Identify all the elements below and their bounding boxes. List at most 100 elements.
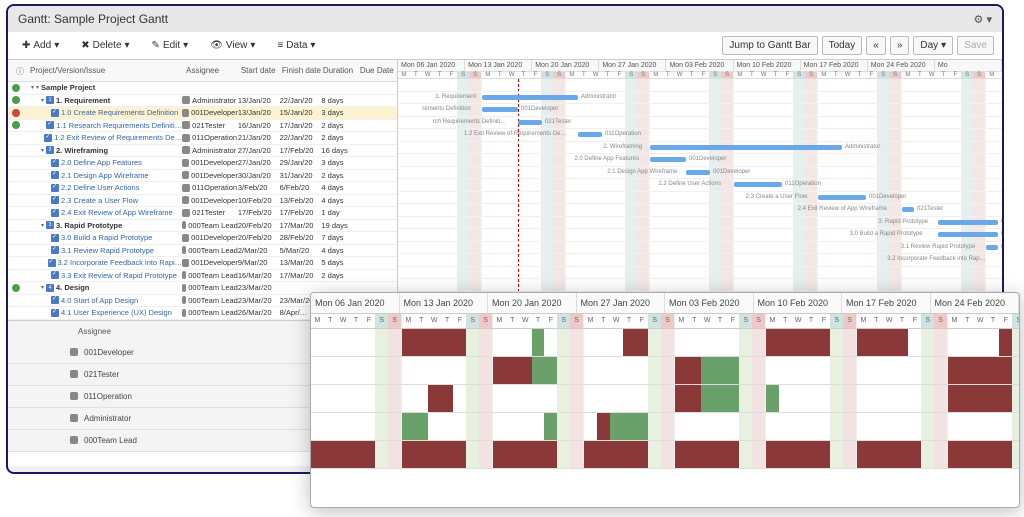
gantt-row[interactable] xyxy=(398,267,1002,280)
resource-cell xyxy=(597,413,610,440)
next-button[interactable]: » xyxy=(890,36,910,55)
task-row[interactable]: 2.4 Exit Review of App Wireframe021Teste… xyxy=(8,207,397,220)
info-icon[interactable]: ⓘ xyxy=(16,66,26,77)
task-row[interactable]: 1.0 Create Requirements Definition001Dev… xyxy=(8,107,397,120)
task-name[interactable]: 3.2 Incorporate Feedback into Rapi… xyxy=(58,258,183,267)
expand-icon[interactable]: ▾ xyxy=(41,97,44,104)
gantt-row[interactable]: 2.2 Define User Actions011Operation xyxy=(398,179,1002,192)
gantt-row[interactable]: rch Requirements Definiti…021Tester xyxy=(398,117,1002,130)
day-label: W xyxy=(590,72,602,78)
gantt-row[interactable]: 3.1 Review Rapid Prototype000Team Lead xyxy=(398,242,1002,255)
expand-icon[interactable]: ▾ xyxy=(31,84,34,91)
data-button[interactable]: ≡ Data ▾ xyxy=(271,37,321,54)
gantt-bar[interactable] xyxy=(650,145,842,150)
task-name[interactable]: 1. Requirement xyxy=(56,96,110,105)
task-row[interactable]: 2.3 Create a User Flow001Developer10/Feb… xyxy=(8,195,397,208)
task-name[interactable]: 1.2 Exit Review of Requirements De… xyxy=(54,133,182,142)
task-row[interactable]: 3.2 Incorporate Feedback into Rapi…001De… xyxy=(8,257,397,270)
gantt-bar[interactable] xyxy=(818,195,866,200)
col-start[interactable]: Start date xyxy=(241,66,282,75)
gantt-bar[interactable] xyxy=(650,157,686,162)
gantt-row[interactable]: 1. RequirementAdministrator xyxy=(398,92,1002,105)
task-row[interactable]: 1.1 Research Requirements Definiti…021Te… xyxy=(8,120,397,133)
task-row[interactable]: 3.0 Build a Rapid Prototype001Developer2… xyxy=(8,232,397,245)
expand-icon[interactable]: ▾ xyxy=(41,222,44,229)
task-name[interactable]: 3. Rapid Prototype xyxy=(56,221,122,230)
task-row[interactable]: 2.2 Define User Actions011Operation3/Feb… xyxy=(8,182,397,195)
gantt-row[interactable]: 2.1 Design App Wireframe001Developer xyxy=(398,167,1002,180)
task-name[interactable]: 2.1 Design App Wireframe xyxy=(61,171,149,180)
prev-button[interactable]: « xyxy=(866,36,886,55)
col-finish[interactable]: Finish date xyxy=(282,66,323,75)
gantt-body[interactable]: 1. RequirementAdministratorrements Defin… xyxy=(398,79,1002,317)
gantt-row[interactable]: 3.0 Build a Rapid Prototype001Developer xyxy=(398,229,1002,242)
task-name[interactable]: Sample Project xyxy=(41,83,95,92)
save-button[interactable]: Save xyxy=(957,36,994,55)
gantt-bar[interactable] xyxy=(938,232,998,237)
view-button[interactable]: 👁 View ▾ xyxy=(204,37,261,54)
task-name[interactable]: 4.0 Start of App Design xyxy=(61,296,138,305)
gantt-bar[interactable] xyxy=(902,207,914,212)
gantt-row[interactable]: 2.0 Define App Features001Developer xyxy=(398,154,1002,167)
gantt-bar[interactable] xyxy=(686,170,710,175)
task-row[interactable]: ▾22. WireframingAdministrator27/Jan/2017… xyxy=(8,145,397,158)
task-name[interactable]: 3.1 Review Rapid Prototype xyxy=(61,246,154,255)
task-name[interactable]: 2.2 Define User Actions xyxy=(61,183,139,192)
gantt-bar[interactable] xyxy=(518,120,542,125)
gantt-row[interactable]: 2. WireframingAdministrator xyxy=(398,142,1002,155)
overlay-week-label: Mon 24 Feb 2020 xyxy=(931,293,1020,313)
task-name[interactable]: 3.3 Exit Review of Rapid Prototype xyxy=(61,271,177,280)
duration: 3 days xyxy=(321,108,359,117)
today-button[interactable]: Today xyxy=(822,36,863,55)
gantt-bar[interactable] xyxy=(482,95,578,100)
task-name[interactable]: 2.3 Create a User Flow xyxy=(61,196,138,205)
col-assignee[interactable]: Assignee xyxy=(186,66,241,75)
gantt-row[interactable] xyxy=(398,279,1002,292)
task-name[interactable]: 2. Wireframing xyxy=(56,146,108,155)
task-row[interactable]: 2.0 Define App Features001Developer27/Ja… xyxy=(8,157,397,170)
task-name[interactable]: 4.1 User Experience (UX) Design xyxy=(61,308,172,317)
task-name[interactable]: 4. Design xyxy=(56,283,89,292)
overlay-day-label: T xyxy=(714,314,727,328)
gantt-bar[interactable] xyxy=(734,182,782,187)
task-name[interactable]: 2.4 Exit Review of App Wireframe xyxy=(61,208,173,217)
col-duration[interactable]: Duration xyxy=(323,66,360,75)
gantt-row[interactable]: rements Definition001Developer xyxy=(398,104,1002,117)
edit-button[interactable]: ✎ Edit ▾ xyxy=(146,37,195,54)
expand-icon[interactable]: ▾ xyxy=(41,284,44,291)
resource-cell xyxy=(805,441,818,468)
task-name[interactable]: 1.1 Research Requirements Definiti… xyxy=(56,121,182,130)
resource-overlay-panel[interactable]: Mon 06 Jan 2020Mon 13 Jan 2020Mon 20 Jan… xyxy=(310,292,1020,508)
gantt-row[interactable]: 1.2 Exit Review of Requirements De…011Op… xyxy=(398,129,1002,142)
add-button[interactable]: ✚ Add ▾ xyxy=(16,37,65,54)
task-row[interactable]: ▾▾Sample Project xyxy=(8,82,397,95)
gantt-bar[interactable] xyxy=(986,245,998,250)
col-name[interactable]: Project/Version/Issue xyxy=(30,66,186,75)
gantt-row[interactable] xyxy=(398,79,1002,92)
task-row[interactable]: ▾33. Rapid Prototype000Team Lead20/Feb/2… xyxy=(8,220,397,233)
task-row[interactable]: 3.1 Review Rapid Prototype000Team Lead2/… xyxy=(8,245,397,258)
gear-icon[interactable]: ⚙ ▾ xyxy=(974,13,992,26)
gantt-row[interactable]: 3.2 Incorporate Feedback into Rap… xyxy=(398,254,1002,267)
jump-button[interactable]: Jump to Gantt Bar xyxy=(722,36,817,55)
task-name[interactable]: 2.0 Define App Features xyxy=(61,158,142,167)
task-name[interactable]: 3.0 Build a Rapid Prototype xyxy=(61,233,152,242)
scale-button[interactable]: Day ▾ xyxy=(913,36,953,55)
gantt-bar[interactable] xyxy=(578,132,602,137)
gantt-bar[interactable] xyxy=(938,220,998,225)
delete-button[interactable]: ✖ Delete ▾ xyxy=(75,37,135,54)
expand-icon[interactable]: ▾ xyxy=(41,147,44,154)
duration: 4 days xyxy=(321,246,359,255)
task-row[interactable]: 1.2 Exit Review of Requirements De…011Op… xyxy=(8,132,397,145)
gantt-row[interactable]: 2.3 Create a User Flow001Developer xyxy=(398,192,1002,205)
day-label: S xyxy=(625,72,637,78)
task-name[interactable]: 1.0 Create Requirements Definition xyxy=(61,108,178,117)
gantt-row[interactable]: 3. Rapid Prototype000Team Lead xyxy=(398,217,1002,230)
resource-cell xyxy=(830,357,843,384)
task-row[interactable]: ▾11. RequirementAdministrator13/Jan/2022… xyxy=(8,95,397,108)
gantt-row[interactable]: 2.4 Exit Review of App Wireframe021Teste… xyxy=(398,204,1002,217)
task-row[interactable]: 2.1 Design App Wireframe001Developer30/J… xyxy=(8,170,397,183)
col-due[interactable]: Due Date xyxy=(360,66,397,75)
task-row[interactable]: 3.3 Exit Review of Rapid Prototype000Tea… xyxy=(8,270,397,283)
gantt-bar[interactable] xyxy=(482,107,518,112)
